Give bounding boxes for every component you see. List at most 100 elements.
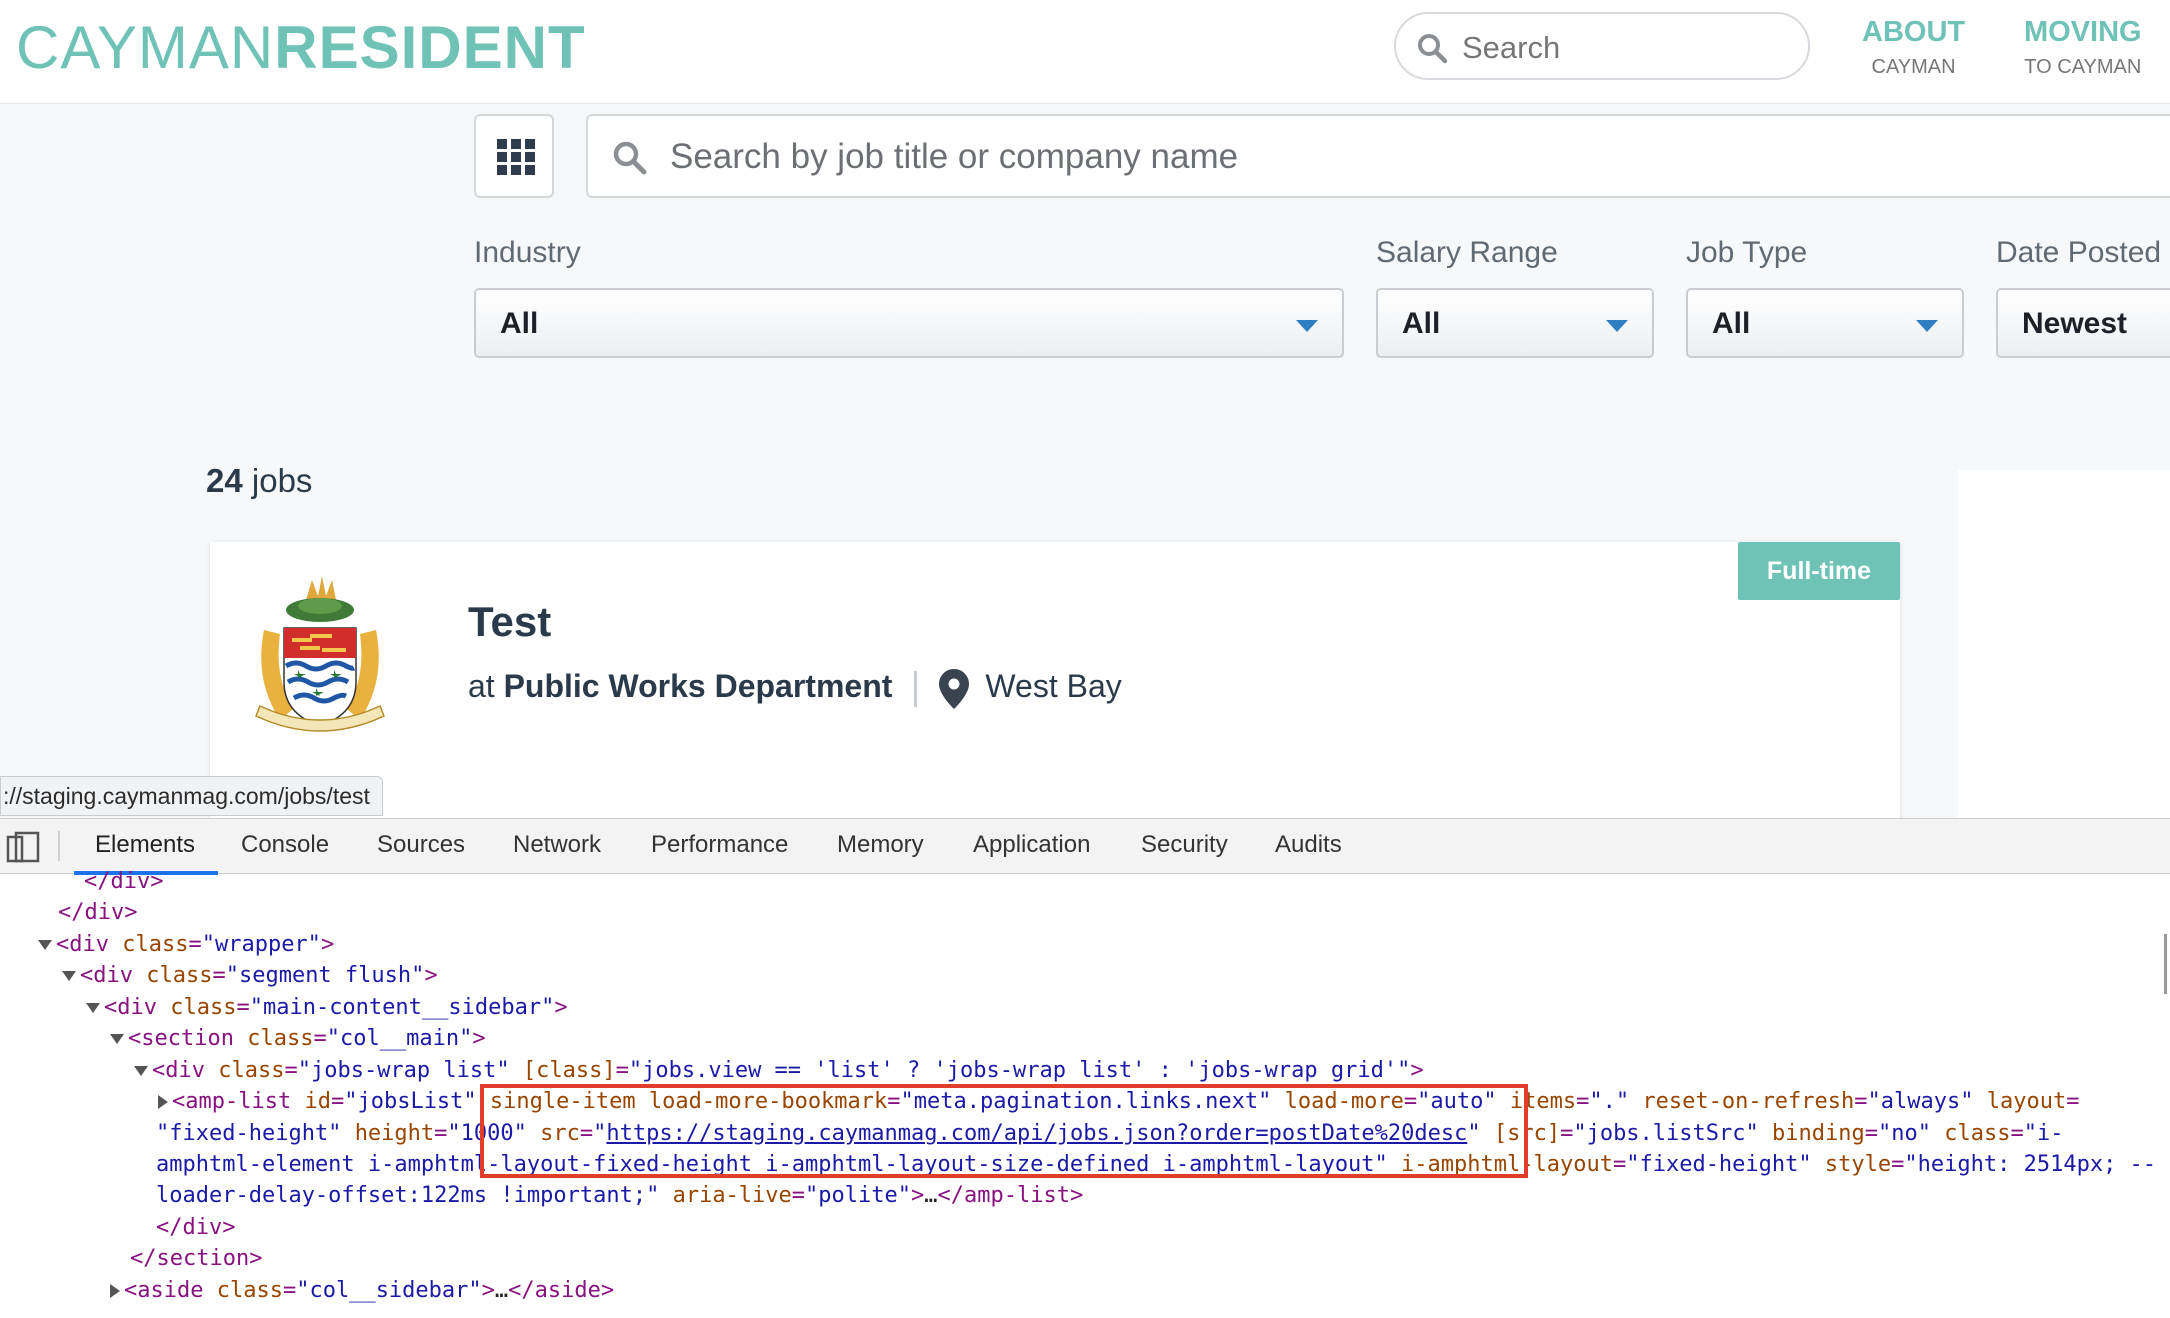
link-hover-status-url: ://staging.caymanmag.com/jobs/test — [0, 776, 383, 816]
job-type-select[interactable]: All — [1686, 288, 1964, 358]
dom-attr-value: "wrapper" — [201, 932, 321, 957]
job-meta: at Public Works Department West Bay — [468, 668, 1122, 709]
grid-view-button[interactable] — [474, 114, 554, 198]
dom-attr-value: "no" — [1877, 1121, 1931, 1146]
devtools-tab-performance[interactable]: Performance — [651, 831, 788, 859]
dom-node-aside[interactable]: <aside class="col__sidebar">…</aside> — [110, 1275, 614, 1307]
device-toolbar-icon[interactable] — [6, 831, 40, 863]
dom-attr-value: "segment flush" — [225, 963, 425, 988]
dom-node-close-div[interactable]: </div> — [156, 1212, 235, 1244]
expand-triangle-icon[interactable] — [86, 1003, 100, 1013]
dom-attr-value: "height: 2514px; -- — [1904, 1152, 2157, 1177]
job-search-input[interactable]: Search by job title or company name — [586, 114, 2170, 198]
dom-node-main-content-sidebar[interactable]: <div class="main-content__sidebar"> — [86, 992, 568, 1024]
nav-about-sub: CAYMAN — [1871, 56, 1956, 78]
dom-attr-value: "polite" — [805, 1183, 912, 1208]
chevron-down-icon — [1916, 320, 1938, 332]
devtools-tab-network[interactable]: Network — [513, 831, 601, 859]
dom-node-close-div[interactable]: </div> — [84, 866, 163, 898]
dom-attr-value: "jobs-wrap list" — [297, 1058, 510, 1083]
job-count-number: 24 — [206, 462, 243, 499]
nav-moving-to-cayman[interactable]: MOVING TO CAYMAN — [2024, 14, 2142, 84]
logo-text-cayman: CAYMAN — [16, 14, 275, 81]
grid-icon — [497, 139, 535, 175]
salary-range-select[interactable]: All — [1376, 288, 1654, 358]
job-type-select-value: All — [1712, 307, 1751, 340]
devtools-panel: Elements Console Sources Network Perform… — [0, 818, 2170, 1318]
devtools-tab-audits[interactable]: Audits — [1275, 831, 1342, 859]
devtools-tab-elements[interactable]: Elements — [95, 831, 195, 859]
meta-divider — [914, 670, 918, 707]
dom-attr-name: class — [122, 932, 189, 957]
red-highlight-annotation — [480, 1084, 1528, 1178]
dom-attr-value: "fixed-height" — [156, 1121, 342, 1146]
chevron-down-icon — [1296, 320, 1318, 332]
dom-attr-value: "fixed-height" — [1626, 1152, 1812, 1177]
location-pin-icon — [939, 668, 970, 709]
industry-select[interactable]: All — [474, 288, 1344, 358]
salary-range-select-value: All — [1402, 307, 1441, 340]
nav-about-label: ABOUT — [1862, 16, 1966, 48]
dom-attr-value: "col__sidebar" — [296, 1278, 482, 1303]
expand-triangle-icon[interactable] — [62, 971, 76, 981]
dom-attr-value: "." — [1589, 1089, 1630, 1114]
search-icon — [1418, 34, 1448, 64]
job-title[interactable]: Test — [468, 598, 551, 646]
nav-about-cayman[interactable]: ABOUT CAYMAN — [1862, 14, 1965, 84]
dom-node-segment[interactable]: <div class="segment flush"> — [62, 960, 438, 992]
dom-node-close-div[interactable]: </div> — [58, 897, 137, 929]
dom-attr-value: "i- — [2023, 1121, 2064, 1146]
dom-node-wrapper[interactable]: <div class="wrapper"> — [38, 929, 334, 961]
dom-attr-value: "col__main" — [326, 1026, 473, 1051]
company-crest-logo — [255, 576, 385, 732]
dom-attr-value: "jobs.view == 'list' ? 'jobs-wrap list' … — [628, 1058, 1411, 1083]
filter-label-industry: Industry — [474, 236, 581, 269]
job-card[interactable]: Full-time Test at Public Works Departmen… — [210, 542, 1900, 832]
date-posted-select-value: Newest — [2022, 307, 2128, 340]
right-sidebar-panel — [1958, 470, 2170, 820]
date-posted-select[interactable]: Newest — [1996, 288, 2170, 358]
devtools-scrollbar[interactable] — [2164, 934, 2167, 994]
job-count: 24 jobs — [206, 462, 312, 500]
search-icon — [613, 141, 647, 175]
job-count-suffix: jobs — [251, 462, 313, 499]
dom-node-section[interactable]: <section class="col__main"> — [110, 1023, 486, 1055]
job-location: West Bay — [985, 668, 1122, 704]
filter-label-job-type: Job Type — [1686, 236, 1808, 269]
devtools-tabbar: Elements Console Sources Network Perform… — [0, 818, 2170, 875]
industry-select-value: All — [500, 307, 539, 340]
dom-attr-name: [class] — [522, 1058, 616, 1083]
devtools-tab-console[interactable]: Console — [241, 831, 329, 859]
job-type-badge: Full-time — [1738, 542, 1900, 600]
nav-moving-sub: TO CAYMAN — [2024, 56, 2142, 78]
devtools-tab-security[interactable]: Security — [1141, 831, 1228, 859]
job-at-label: at — [468, 668, 495, 704]
devtools-tab-divider — [58, 831, 60, 861]
site-search-placeholder: Search — [1462, 30, 1561, 65]
expand-triangle-icon[interactable] — [134, 1066, 148, 1076]
dom-node-close-section[interactable]: </section> — [130, 1243, 262, 1275]
expand-triangle-icon[interactable] — [38, 940, 52, 950]
logo-text-resident: RESIDENT — [274, 14, 586, 81]
dom-attr-value: "jobsList" — [344, 1089, 477, 1114]
devtools-tab-application[interactable]: Application — [973, 831, 1090, 859]
job-search-placeholder: Search by job title or company name — [670, 137, 1239, 176]
dom-attr-value: "jobs.listSrc" — [1573, 1121, 1759, 1146]
devtools-tab-sources[interactable]: Sources — [377, 831, 465, 859]
dom-node-amp-list-cont[interactable]: loader-delay-offset:122ms !important;" a… — [156, 1180, 1083, 1212]
site-logo[interactable]: CAYMANRESIDENT — [16, 14, 586, 82]
expand-triangle-icon[interactable] — [110, 1034, 124, 1044]
dom-close-div-text: </div> — [84, 869, 164, 894]
nav-moving-label: MOVING — [2024, 16, 2142, 48]
dom-attr-value: "main-content__sidebar" — [249, 995, 555, 1020]
site-search-input[interactable]: Search — [1394, 12, 1810, 80]
collapse-triangle-icon[interactable] — [110, 1284, 120, 1298]
dom-close-div-text: </div> — [58, 900, 138, 925]
job-company: Public Works Department — [503, 668, 893, 704]
filter-label-date-posted: Date Posted — [1996, 236, 2162, 269]
filter-label-salary-range: Salary Range — [1376, 236, 1558, 269]
devtools-tab-memory[interactable]: Memory — [837, 831, 924, 859]
dom-node-jobs-wrap[interactable]: <div class="jobs-wrap list" [class]="job… — [134, 1055, 1424, 1087]
collapse-triangle-icon[interactable] — [158, 1095, 168, 1109]
site-header: CAYMANRESIDENT Search ABOUT CAYMAN MOVIN… — [0, 0, 2170, 104]
